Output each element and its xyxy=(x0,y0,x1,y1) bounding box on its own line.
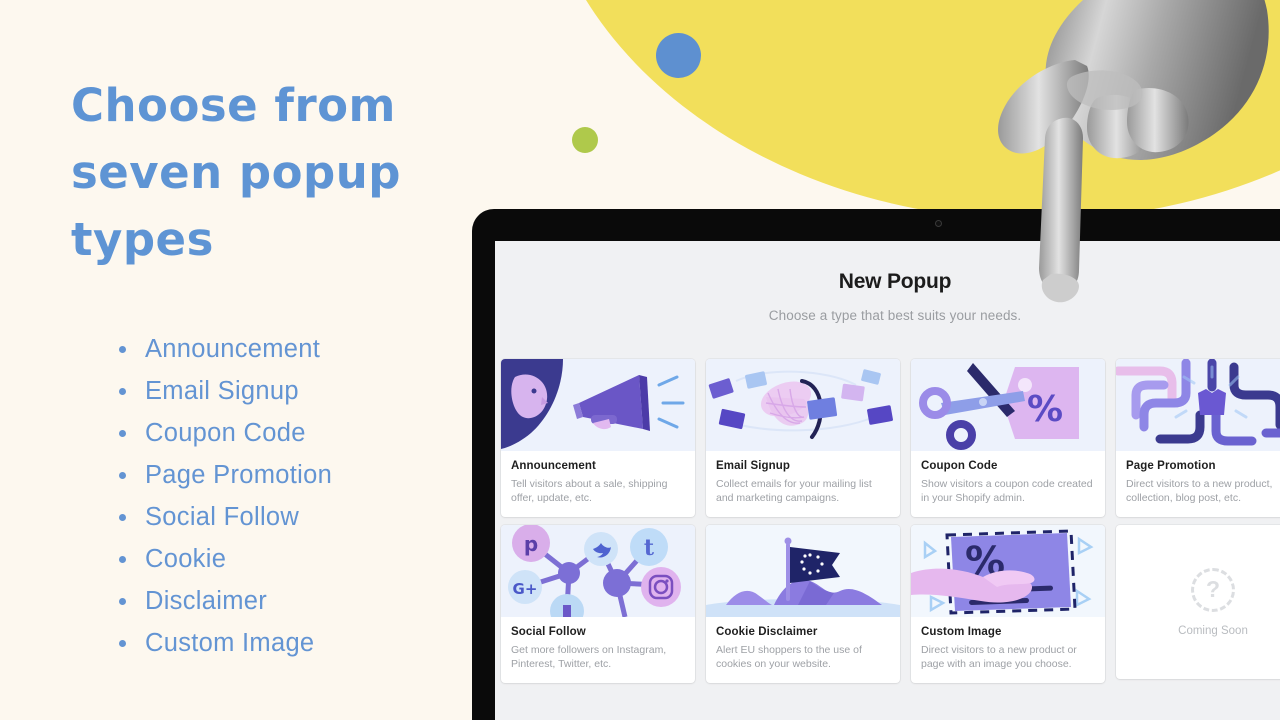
list-item: Custom Image xyxy=(112,622,332,664)
list-item-label: Page Promotion xyxy=(145,461,333,489)
feature-list: Announcement Email Signup Coupon Code Pa… xyxy=(112,328,332,664)
popup-type-grid: Announcement Tell visitors about a sale,… xyxy=(501,359,1280,683)
social-network-icon: p G+ t xyxy=(501,525,695,617)
svg-text:t: t xyxy=(644,535,655,561)
card-description: Direct visitors to a new product or page… xyxy=(921,644,1077,670)
card-text: Cookie Disclaimer Alert EU shoppers to t… xyxy=(706,617,900,683)
list-item: Coupon Code xyxy=(112,412,332,454)
scissors-tag-icon: % xyxy=(911,359,1105,451)
camera-icon xyxy=(935,220,942,227)
card-description: Show visitors a coupon code created in y… xyxy=(921,478,1093,504)
pipes-tshirt-icon xyxy=(1116,359,1280,451)
card-description: Direct visitors to a new product, collec… xyxy=(1126,478,1273,504)
card-title: Custom Image xyxy=(921,626,1002,638)
popup-header: New Popup Choose a type that best suits … xyxy=(495,241,1280,323)
bullet-icon xyxy=(119,598,126,605)
eu-flag-icon xyxy=(706,525,900,617)
svg-text:p: p xyxy=(524,532,538,556)
hand-placing-image-icon: % xyxy=(911,525,1105,617)
popup-type-card-social-follow[interactable]: p G+ t Social Follow Get more followers … xyxy=(501,525,695,683)
bullet-icon xyxy=(119,640,126,647)
blue-dot-icon xyxy=(656,33,701,78)
card-text: Custom Image Direct visitors to a new pr… xyxy=(911,617,1105,683)
yellow-circle-shape xyxy=(536,0,1280,220)
list-item: Announcement xyxy=(112,328,332,370)
page-headline: Choose from seven popup types xyxy=(71,79,401,266)
list-item-label: Cookie xyxy=(145,545,227,573)
list-item: Cookie xyxy=(112,538,332,580)
page-subtitle: Choose a type that best suits your needs… xyxy=(768,308,1022,323)
card-title: Coupon Code xyxy=(921,460,998,472)
page-title: New Popup xyxy=(838,270,952,293)
list-item-label: Social Follow xyxy=(145,503,300,531)
list-item: Disclaimer xyxy=(112,580,332,622)
card-title: Page Promotion xyxy=(1126,460,1216,472)
card-text: Coupon Code Show visitors a coupon code … xyxy=(911,451,1105,517)
card-title: Cookie Disclaimer xyxy=(716,626,818,638)
popup-type-card-email-signup[interactable]: Email Signup Collect emails for your mai… xyxy=(706,359,900,517)
card-description: Alert EU shoppers to the use of cookies … xyxy=(716,644,862,670)
card-title: Announcement xyxy=(511,460,596,472)
tablet-screen: New Popup Choose a type that best suits … xyxy=(495,241,1280,720)
bullet-icon xyxy=(119,514,126,521)
bullet-icon xyxy=(119,346,126,353)
card-title: Social Follow xyxy=(511,626,586,638)
popup-type-card-announcement[interactable]: Announcement Tell visitors about a sale,… xyxy=(501,359,695,517)
svg-text:%: % xyxy=(1027,389,1063,430)
list-item-label: Email Signup xyxy=(145,377,299,405)
green-dot-icon xyxy=(572,127,598,153)
card-text: Announcement Tell visitors about a sale,… xyxy=(501,451,695,517)
list-item: Page Promotion xyxy=(112,454,332,496)
card-description: Get more followers on Instagram, Pintere… xyxy=(511,644,667,670)
megaphone-icon xyxy=(501,359,695,451)
popup-type-card-custom-image[interactable]: % Custom Image Direct visitors to a new … xyxy=(911,525,1105,683)
bullet-icon xyxy=(119,556,126,563)
card-text: Email Signup Collect emails for your mai… xyxy=(706,451,900,517)
card-title: Email Signup xyxy=(716,460,791,472)
list-item-label: Announcement xyxy=(145,335,321,363)
list-item: Email Signup xyxy=(112,370,332,412)
coming-soon-label: Coming Soon xyxy=(1178,624,1248,637)
bullet-icon xyxy=(119,430,126,437)
bullet-icon xyxy=(119,472,126,479)
svg-text:G+: G+ xyxy=(513,580,538,598)
card-text: Social Follow Get more followers on Inst… xyxy=(501,617,695,683)
bullet-icon xyxy=(119,388,126,395)
popup-type-card-coming-soon: ? Coming Soon xyxy=(1116,525,1280,679)
card-description: Collect emails for your mailing list and… xyxy=(716,478,872,504)
list-item-label: Custom Image xyxy=(145,629,315,657)
envelope-net-icon xyxy=(706,359,900,451)
popup-type-card-cookie-disclaimer[interactable]: Cookie Disclaimer Alert EU shoppers to t… xyxy=(706,525,900,683)
card-description: Tell visitors about a sale, shipping off… xyxy=(511,478,668,504)
question-mark-icon: ? xyxy=(1191,567,1235,612)
marketing-panel: Choose from seven popup types Announceme… xyxy=(0,0,472,720)
list-item: Social Follow xyxy=(112,496,332,538)
list-item-label: Coupon Code xyxy=(145,419,306,447)
popup-type-card-page-promotion[interactable]: Page Promotion Direct visitors to a new … xyxy=(1116,359,1280,517)
tablet-device: New Popup Choose a type that best suits … xyxy=(472,209,1280,720)
list-item-label: Disclaimer xyxy=(145,587,268,615)
popup-type-card-coupon-code[interactable]: % Coupon Code Show visitors a coupon cod… xyxy=(911,359,1105,517)
card-text: Page Promotion Direct visitors to a new … xyxy=(1116,451,1280,517)
promo-screenshot: New Popup Choose a type that best suits … xyxy=(0,0,1280,720)
